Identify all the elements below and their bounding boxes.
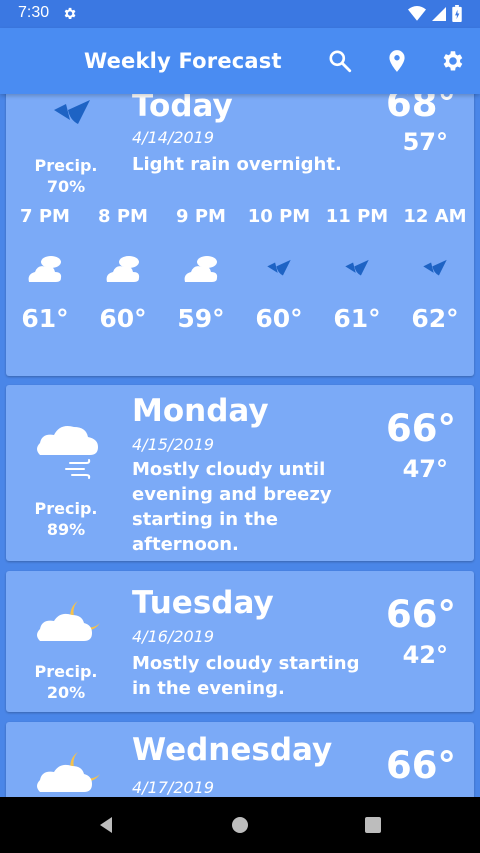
day-title: Wednesday xyxy=(132,732,333,768)
high-temp: 66° xyxy=(386,593,456,636)
hour-item: 9 PM 59° xyxy=(162,206,240,346)
day-description: Mostly cloudy until evening and breezy s… xyxy=(132,459,332,555)
hour-label: 7 PM xyxy=(20,206,70,227)
app-title: Weekly Forecast xyxy=(84,49,282,73)
hour-label: 8 PM xyxy=(98,206,148,227)
hour-label: 9 PM xyxy=(176,206,226,227)
precip-value: 89% xyxy=(46,520,86,539)
partly-cloudy-night-icon xyxy=(34,597,104,653)
high-temp: 66° xyxy=(386,407,456,450)
settings-gear-icon[interactable] xyxy=(439,48,465,74)
search-icon[interactable] xyxy=(327,48,353,74)
home-icon[interactable] xyxy=(230,815,250,839)
rain-icon xyxy=(344,258,370,284)
day-date: 4/14/2019 xyxy=(132,128,215,147)
low-temp: 57° xyxy=(402,128,448,156)
rain-icon xyxy=(422,258,448,284)
hour-item: 7 PM 61° xyxy=(6,206,84,346)
day-description: Mostly cloudy starting in the evening. xyxy=(132,653,360,699)
hour-label: 10 PM xyxy=(247,206,311,227)
rain-icon xyxy=(52,98,92,134)
hour-temp: 62° xyxy=(411,304,459,333)
hour-item: 12 AM 62° xyxy=(396,206,474,346)
status-time: 7:30 xyxy=(18,4,50,21)
back-icon[interactable] xyxy=(96,815,116,839)
hourly-forecast: 7 PM 61° 8 PM 60° 9 PM 59° 10 PM 60° 11 … xyxy=(6,206,474,346)
hour-temp: 61° xyxy=(21,304,69,333)
cloud-icon xyxy=(103,250,143,292)
status-bar: 7:30 xyxy=(0,0,480,28)
day-card-monday[interactable]: Monday 4/15/2019 Mostly cloudy until eve… xyxy=(6,385,474,561)
hour-temp: 59° xyxy=(177,304,225,333)
hour-item: 10 PM 60° xyxy=(240,206,318,346)
cloud-icon xyxy=(181,250,221,292)
day-description: Light rain overnight. xyxy=(132,154,342,175)
precip-value: 70% xyxy=(46,177,86,196)
low-temp: 42° xyxy=(402,641,448,669)
day-title: Tuesday xyxy=(132,585,274,621)
hour-temp: 61° xyxy=(333,304,381,333)
hour-label: 11 PM xyxy=(325,206,389,227)
day-title: Monday xyxy=(132,393,269,429)
hour-label: 12 AM xyxy=(403,206,467,227)
partly-cloudy-night-icon xyxy=(34,748,104,797)
hour-item: 11 PM 61° xyxy=(318,206,396,346)
hour-item: 8 PM 60° xyxy=(84,206,162,346)
high-temp: 68° xyxy=(386,94,456,125)
hour-temp: 60° xyxy=(99,304,147,333)
battery-icon xyxy=(452,5,462,22)
day-card-tuesday[interactable]: Tuesday 4/16/2019 Mostly cloudy starting… xyxy=(6,571,474,712)
today-card[interactable]: Today 4/14/2019 Light rain overnight. 68… xyxy=(6,94,474,376)
cloud-wind-icon xyxy=(34,417,100,485)
precip-label: Precip. xyxy=(34,662,98,681)
precip-label: Precip. xyxy=(34,499,98,518)
navigation-bar xyxy=(0,797,480,853)
settings-notification-icon xyxy=(62,6,77,25)
rain-icon xyxy=(266,258,292,284)
signal-icon xyxy=(432,6,446,21)
hour-temp: 60° xyxy=(255,304,303,333)
day-card-wednesday[interactable]: Wednesday 4/17/2019 66° xyxy=(6,722,474,797)
cloud-icon xyxy=(25,250,65,292)
precip-value: 20% xyxy=(46,683,86,702)
high-temp: 66° xyxy=(386,744,456,787)
day-title: Today xyxy=(132,94,233,124)
day-date: 4/16/2019 xyxy=(132,627,215,646)
low-temp: 47° xyxy=(402,455,448,483)
day-date: 4/15/2019 xyxy=(132,435,215,454)
wifi-icon xyxy=(408,5,426,21)
system-icons xyxy=(408,5,462,22)
forecast-list[interactable]: Today 4/14/2019 Light rain overnight. 68… xyxy=(0,94,480,797)
day-date: 4/17/2019 xyxy=(132,778,215,797)
location-pin-icon[interactable] xyxy=(384,48,410,74)
precip-label: Precip. xyxy=(34,156,98,175)
recents-icon[interactable] xyxy=(363,815,383,839)
app-bar: Weekly Forecast xyxy=(0,28,480,94)
